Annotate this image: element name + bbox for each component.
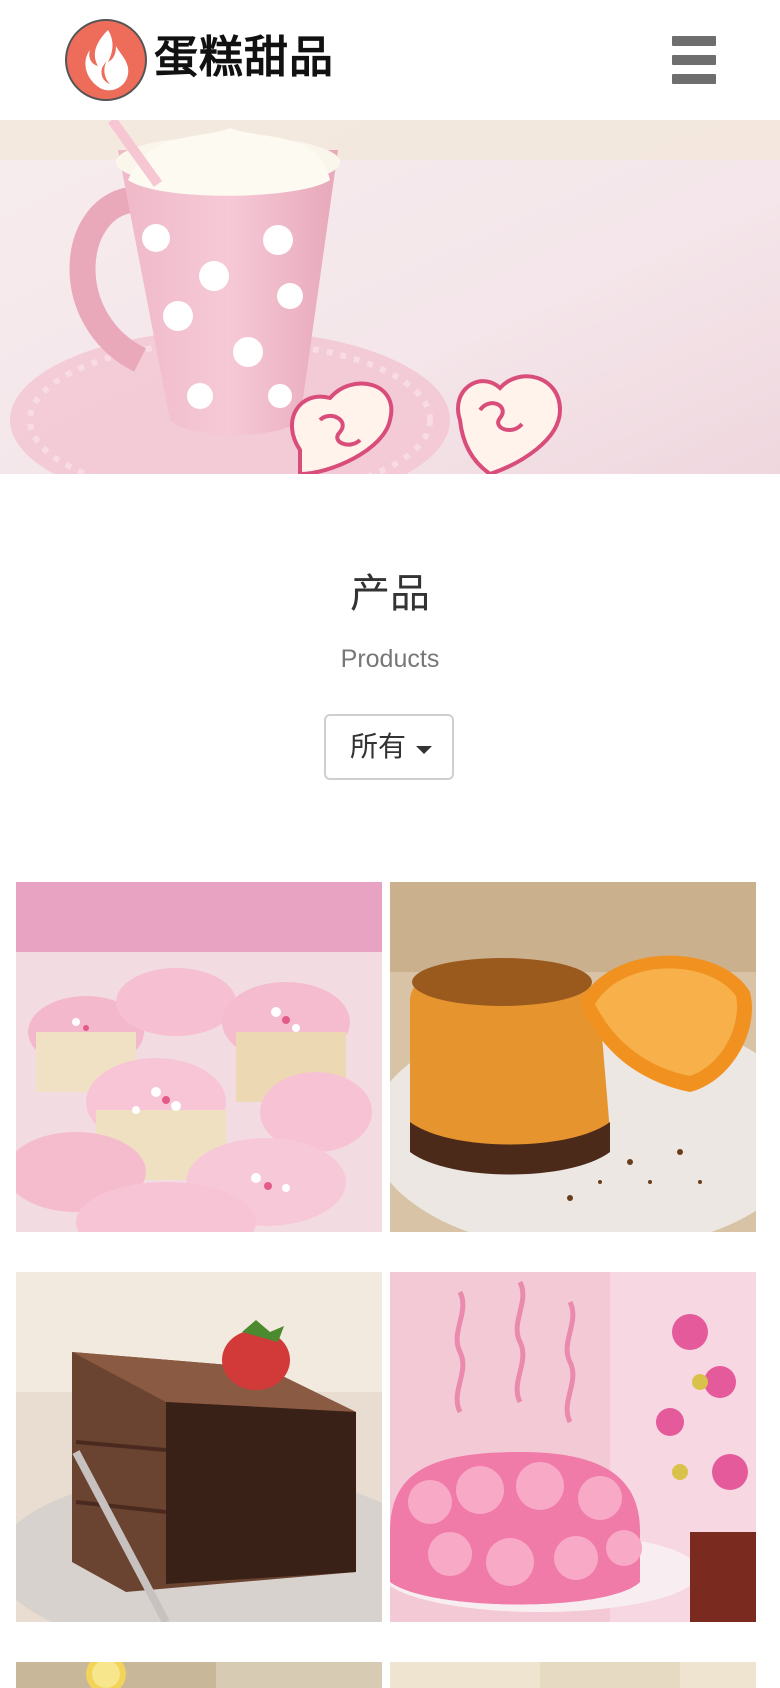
product-image (390, 882, 756, 1232)
product-tile-dessert[interactable] (390, 1662, 756, 1688)
brand-name[interactable]: 蛋糕甜品 (154, 28, 334, 88)
banner-image (0, 120, 780, 474)
flame-logo-icon[interactable] (64, 18, 148, 102)
category-filter-dropdown[interactable]: 所有 (324, 714, 454, 780)
filter-selected-value: 所有 (350, 730, 407, 763)
product-tile-chocolate-cake[interactable] (16, 1272, 382, 1622)
product-image (390, 1272, 756, 1622)
product-image (390, 1662, 756, 1688)
product-tile-rose-cake[interactable] (390, 1272, 756, 1622)
products-title: 产品 (350, 571, 430, 617)
caret-down-icon (416, 746, 432, 754)
product-tile-lemon-tart[interactable] (16, 1662, 382, 1688)
product-image (16, 1272, 382, 1622)
hero-banner (0, 120, 780, 474)
product-tile-orange-cake[interactable] (390, 882, 756, 1232)
product-tile-cupcakes[interactable] (16, 882, 382, 1232)
product-image (16, 1662, 382, 1688)
hamburger-menu-icon[interactable] (672, 36, 716, 84)
site-header: 蛋糕甜品 (0, 0, 780, 120)
products-subtitle: Products (340, 645, 440, 673)
product-image (16, 882, 382, 1232)
